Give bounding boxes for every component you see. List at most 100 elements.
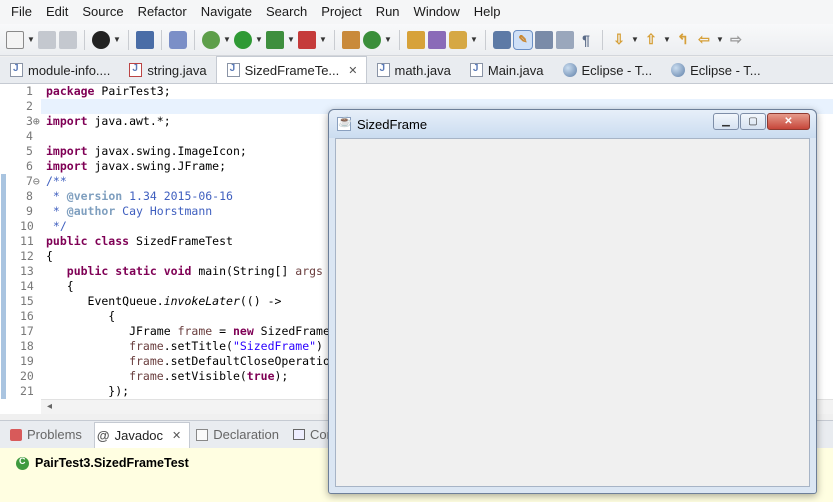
tab-declaration[interactable]: Declaration bbox=[194, 422, 287, 448]
java-file-icon bbox=[376, 63, 390, 77]
line-number: 1 bbox=[26, 84, 33, 98]
menu-help[interactable]: Help bbox=[467, 0, 508, 24]
skip-breakpoints-icon[interactable] bbox=[169, 30, 187, 49]
code-line: import javax.swing.ImageIcon; bbox=[46, 144, 247, 158]
code-line: frame.setVisible(true); bbox=[46, 369, 289, 383]
terminal-icon[interactable] bbox=[136, 30, 154, 49]
line-number: 2 bbox=[26, 99, 33, 113]
menu-run[interactable]: Run bbox=[369, 0, 407, 24]
close-tab-icon[interactable]: ✕ bbox=[172, 429, 181, 442]
toolbar-separator bbox=[161, 29, 162, 50]
pilcrow-icon[interactable]: ¶ bbox=[577, 31, 595, 49]
menu-search[interactable]: Search bbox=[259, 0, 314, 24]
show-whitespace-icon[interactable] bbox=[556, 30, 574, 49]
line-number: 17 bbox=[20, 324, 34, 338]
tab-string-java[interactable]: string.java bbox=[119, 57, 215, 83]
java-file-icon bbox=[469, 63, 483, 77]
tab-label: Problems bbox=[27, 427, 82, 442]
tab-math-java[interactable]: math.java bbox=[367, 57, 460, 83]
javadoc-title: PairTest3.SizedFrameTest bbox=[16, 456, 189, 470]
line-number: 20 bbox=[20, 369, 34, 383]
console-icon bbox=[293, 429, 306, 440]
back-icon[interactable]: ⇦ bbox=[695, 31, 713, 49]
save-icon[interactable] bbox=[38, 30, 56, 49]
debug-dropdown-icon[interactable]: ▼ bbox=[223, 35, 231, 44]
new-java-package-icon[interactable] bbox=[342, 30, 360, 49]
new-java-class-icon[interactable] bbox=[363, 30, 381, 49]
toggle-block-selection-icon[interactable] bbox=[535, 30, 553, 49]
tab-label: SizedFrameTe... bbox=[244, 62, 340, 78]
new-icon[interactable] bbox=[6, 30, 24, 49]
menu-bar: File Edit Source Refactor Navigate Searc… bbox=[0, 0, 833, 24]
globe-icon bbox=[671, 63, 686, 77]
line-number[interactable]: 3⊕ bbox=[8, 114, 41, 129]
window-title-bar[interactable]: SizedFrame ▁ ▢ ✕ bbox=[329, 110, 816, 138]
tab-eclipse-browser-2[interactable]: Eclipse - T... bbox=[661, 57, 770, 83]
line-number: 16 bbox=[20, 309, 34, 323]
tab-label: string.java bbox=[147, 62, 207, 78]
line-number: 10 bbox=[20, 219, 34, 233]
sizedframe-window[interactable]: SizedFrame ▁ ▢ ✕ bbox=[328, 109, 817, 494]
previous-annotation-icon[interactable]: ⇧ bbox=[642, 31, 660, 49]
external-tools-icon[interactable] bbox=[298, 30, 316, 49]
save-all-icon[interactable] bbox=[59, 30, 77, 49]
menu-edit[interactable]: Edit bbox=[39, 0, 75, 24]
change-marker bbox=[1, 174, 6, 399]
tab-main-java[interactable]: Main.java bbox=[460, 57, 553, 83]
line-number: 9 bbox=[26, 204, 33, 218]
code-line: { bbox=[46, 309, 116, 323]
line-number: 13 bbox=[20, 264, 34, 278]
line-number-gutter: 1 2 3⊕ 4 5 6 7⊖ 8 9 10 11 12 13 14 15 16… bbox=[8, 84, 41, 399]
close-tab-icon[interactable]: ✕ bbox=[348, 64, 357, 77]
next-annotation-dropdown-icon[interactable]: ▼ bbox=[631, 35, 639, 44]
new-class-dropdown-icon[interactable]: ▼ bbox=[384, 35, 392, 44]
minimize-button[interactable]: ▁ bbox=[713, 113, 739, 130]
tab-javadoc[interactable]: @ Javadoc ✕ bbox=[93, 421, 191, 448]
last-edit-location-icon[interactable]: ↰ bbox=[674, 31, 692, 49]
tab-label: Eclipse - T... bbox=[581, 62, 653, 78]
coverage-icon[interactable] bbox=[266, 30, 284, 49]
run-icon[interactable] bbox=[234, 30, 252, 49]
tab-module-info[interactable]: module-info.... bbox=[0, 57, 119, 83]
line-number: 14 bbox=[20, 279, 34, 293]
scroll-left-icon[interactable]: ◂ bbox=[47, 401, 52, 412]
declaration-icon bbox=[196, 428, 209, 441]
external-tools-dropdown-icon[interactable]: ▼ bbox=[319, 35, 327, 44]
search-icon[interactable] bbox=[449, 30, 467, 49]
code-line: * @version 1.34 2015-06-16 bbox=[46, 189, 233, 203]
tab-problems[interactable]: Problems bbox=[8, 422, 90, 448]
profile-dropdown-icon[interactable]: ▼ bbox=[113, 35, 121, 44]
open-type-icon[interactable] bbox=[407, 30, 425, 49]
open-task-icon[interactable] bbox=[428, 30, 446, 49]
menu-source[interactable]: Source bbox=[75, 0, 130, 24]
previous-annotation-dropdown-icon[interactable]: ▼ bbox=[663, 35, 671, 44]
line-number[interactable]: 7⊖ bbox=[8, 174, 41, 189]
toggle-mark-occurrences-icon[interactable] bbox=[493, 30, 511, 49]
menu-navigate[interactable]: Navigate bbox=[194, 0, 259, 24]
code-line: * @author Cay Horstmann bbox=[46, 204, 213, 218]
new-dropdown-icon[interactable]: ▼ bbox=[27, 35, 35, 44]
menu-file[interactable]: File bbox=[4, 0, 39, 24]
back-dropdown-icon[interactable]: ▼ bbox=[716, 35, 724, 44]
toolbar-separator bbox=[602, 29, 603, 50]
next-annotation-icon[interactable]: ⇩ bbox=[610, 31, 628, 49]
menu-window[interactable]: Window bbox=[407, 0, 467, 24]
run-dropdown-icon[interactable]: ▼ bbox=[255, 35, 263, 44]
debug-icon[interactable] bbox=[202, 30, 220, 49]
close-button[interactable]: ✕ bbox=[767, 113, 810, 130]
coverage-dropdown-icon[interactable]: ▼ bbox=[287, 35, 295, 44]
maximize-button[interactable]: ▢ bbox=[740, 113, 766, 130]
profile-icon[interactable] bbox=[92, 30, 110, 49]
code-line: EventQueue.invokeLater(() -> bbox=[46, 294, 282, 308]
java-file-error-icon bbox=[129, 63, 143, 77]
toolbar-separator bbox=[399, 29, 400, 50]
tab-eclipse-browser-1[interactable]: Eclipse - T... bbox=[553, 57, 662, 83]
menu-refactor[interactable]: Refactor bbox=[131, 0, 194, 24]
class-icon bbox=[16, 456, 29, 470]
search-dropdown-icon[interactable]: ▼ bbox=[470, 35, 478, 44]
tab-sizedframetest[interactable]: SizedFrameTe... ✕ bbox=[215, 56, 367, 83]
tab-label: Declaration bbox=[213, 427, 280, 442]
forward-icon[interactable]: ⇨ bbox=[727, 31, 745, 49]
menu-project[interactable]: Project bbox=[314, 0, 368, 24]
toggle-highlight-icon[interactable]: ✎ bbox=[513, 29, 533, 50]
